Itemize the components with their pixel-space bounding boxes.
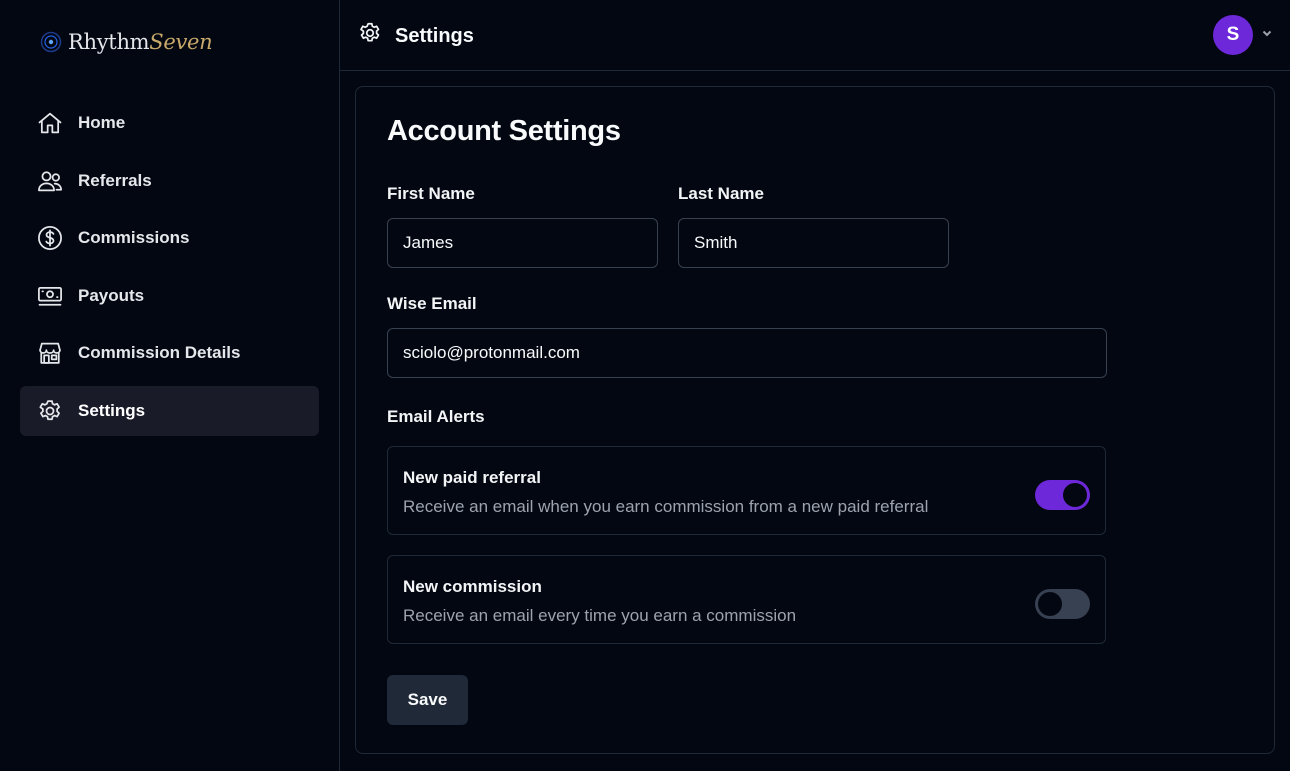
sidebar-item-payouts[interactable]: Payouts [20, 271, 319, 321]
sidebar-item-commissions[interactable]: Commissions [20, 213, 319, 263]
new-commission-toggle[interactable] [1035, 589, 1090, 619]
brand-name: RhythmSeven [68, 30, 213, 54]
sidebar-item-settings[interactable]: Settings [20, 385, 319, 436]
storefront-icon [36, 339, 64, 367]
gear-icon [36, 397, 64, 425]
alert-description: Receive an email every time you earn a c… [403, 606, 797, 625]
brand-logo[interactable]: RhythmSeven [40, 27, 213, 57]
brand-name-accent: Seven [149, 30, 213, 54]
sidebar-nav: Home Referrals Commissions Payouts Commi… [20, 98, 319, 443]
sidebar-item-home[interactable]: Home [20, 98, 319, 148]
alert-description: Receive an email when you earn commissio… [403, 497, 929, 516]
first-name-field[interactable] [387, 218, 658, 268]
alert-new-paid-referral: New paid referral Receive an email when … [387, 446, 1106, 535]
sidebar-item-label: Payouts [78, 285, 145, 305]
sidebar-item-referrals[interactable]: Referrals [20, 156, 319, 206]
banknotes-icon [36, 282, 64, 310]
sidebar-item-label: Commissions [78, 228, 190, 247]
alert-new-commission: New commission Receive an email every ti… [387, 555, 1106, 644]
email-alerts-label: Email Alerts [387, 407, 485, 426]
alert-title: New paid referral [403, 468, 541, 487]
wise-email-field[interactable] [387, 328, 1107, 378]
toggle-knob [1038, 592, 1062, 616]
first-name-label: First Name [387, 184, 475, 203]
app: RhythmSeven Home Referrals Commissions P… [0, 0, 1290, 771]
vinyl-logo-icon [40, 31, 62, 53]
alert-title: New commission [403, 577, 542, 596]
home-icon [36, 109, 64, 137]
new-paid-referral-toggle[interactable] [1035, 480, 1090, 510]
page-title-text: Settings [395, 24, 474, 47]
avatar[interactable]: S [1213, 15, 1253, 55]
chevron-down-icon[interactable] [1261, 26, 1273, 44]
brand-name-primary: Rhythm [68, 30, 150, 54]
sidebar-item-commission-details[interactable]: Commission Details [20, 328, 319, 378]
users-icon [36, 167, 64, 195]
sidebar-item-label: Settings [78, 400, 146, 420]
account-settings-card: Account Settings First Name Last Name Wi… [355, 86, 1275, 754]
save-button[interactable]: Save [387, 675, 468, 725]
gear-icon [357, 20, 383, 52]
account-settings-heading: Account Settings [387, 115, 621, 147]
last-name-label: Last Name [678, 184, 764, 203]
top-header: Settings S [340, 0, 1290, 71]
user-menu[interactable]: S [1213, 15, 1273, 55]
sidebar-item-label: Home [78, 113, 126, 132]
sidebar-item-label: Commission Details [78, 343, 241, 362]
last-name-field[interactable] [678, 218, 949, 268]
toggle-knob [1063, 483, 1087, 507]
dollar-circle-icon [36, 224, 64, 252]
page-title: Settings [357, 20, 474, 52]
sidebar-item-label: Referrals [78, 170, 152, 190]
wise-email-label: Wise Email [387, 294, 477, 313]
sidebar: RhythmSeven Home Referrals Commissions P… [0, 0, 340, 771]
